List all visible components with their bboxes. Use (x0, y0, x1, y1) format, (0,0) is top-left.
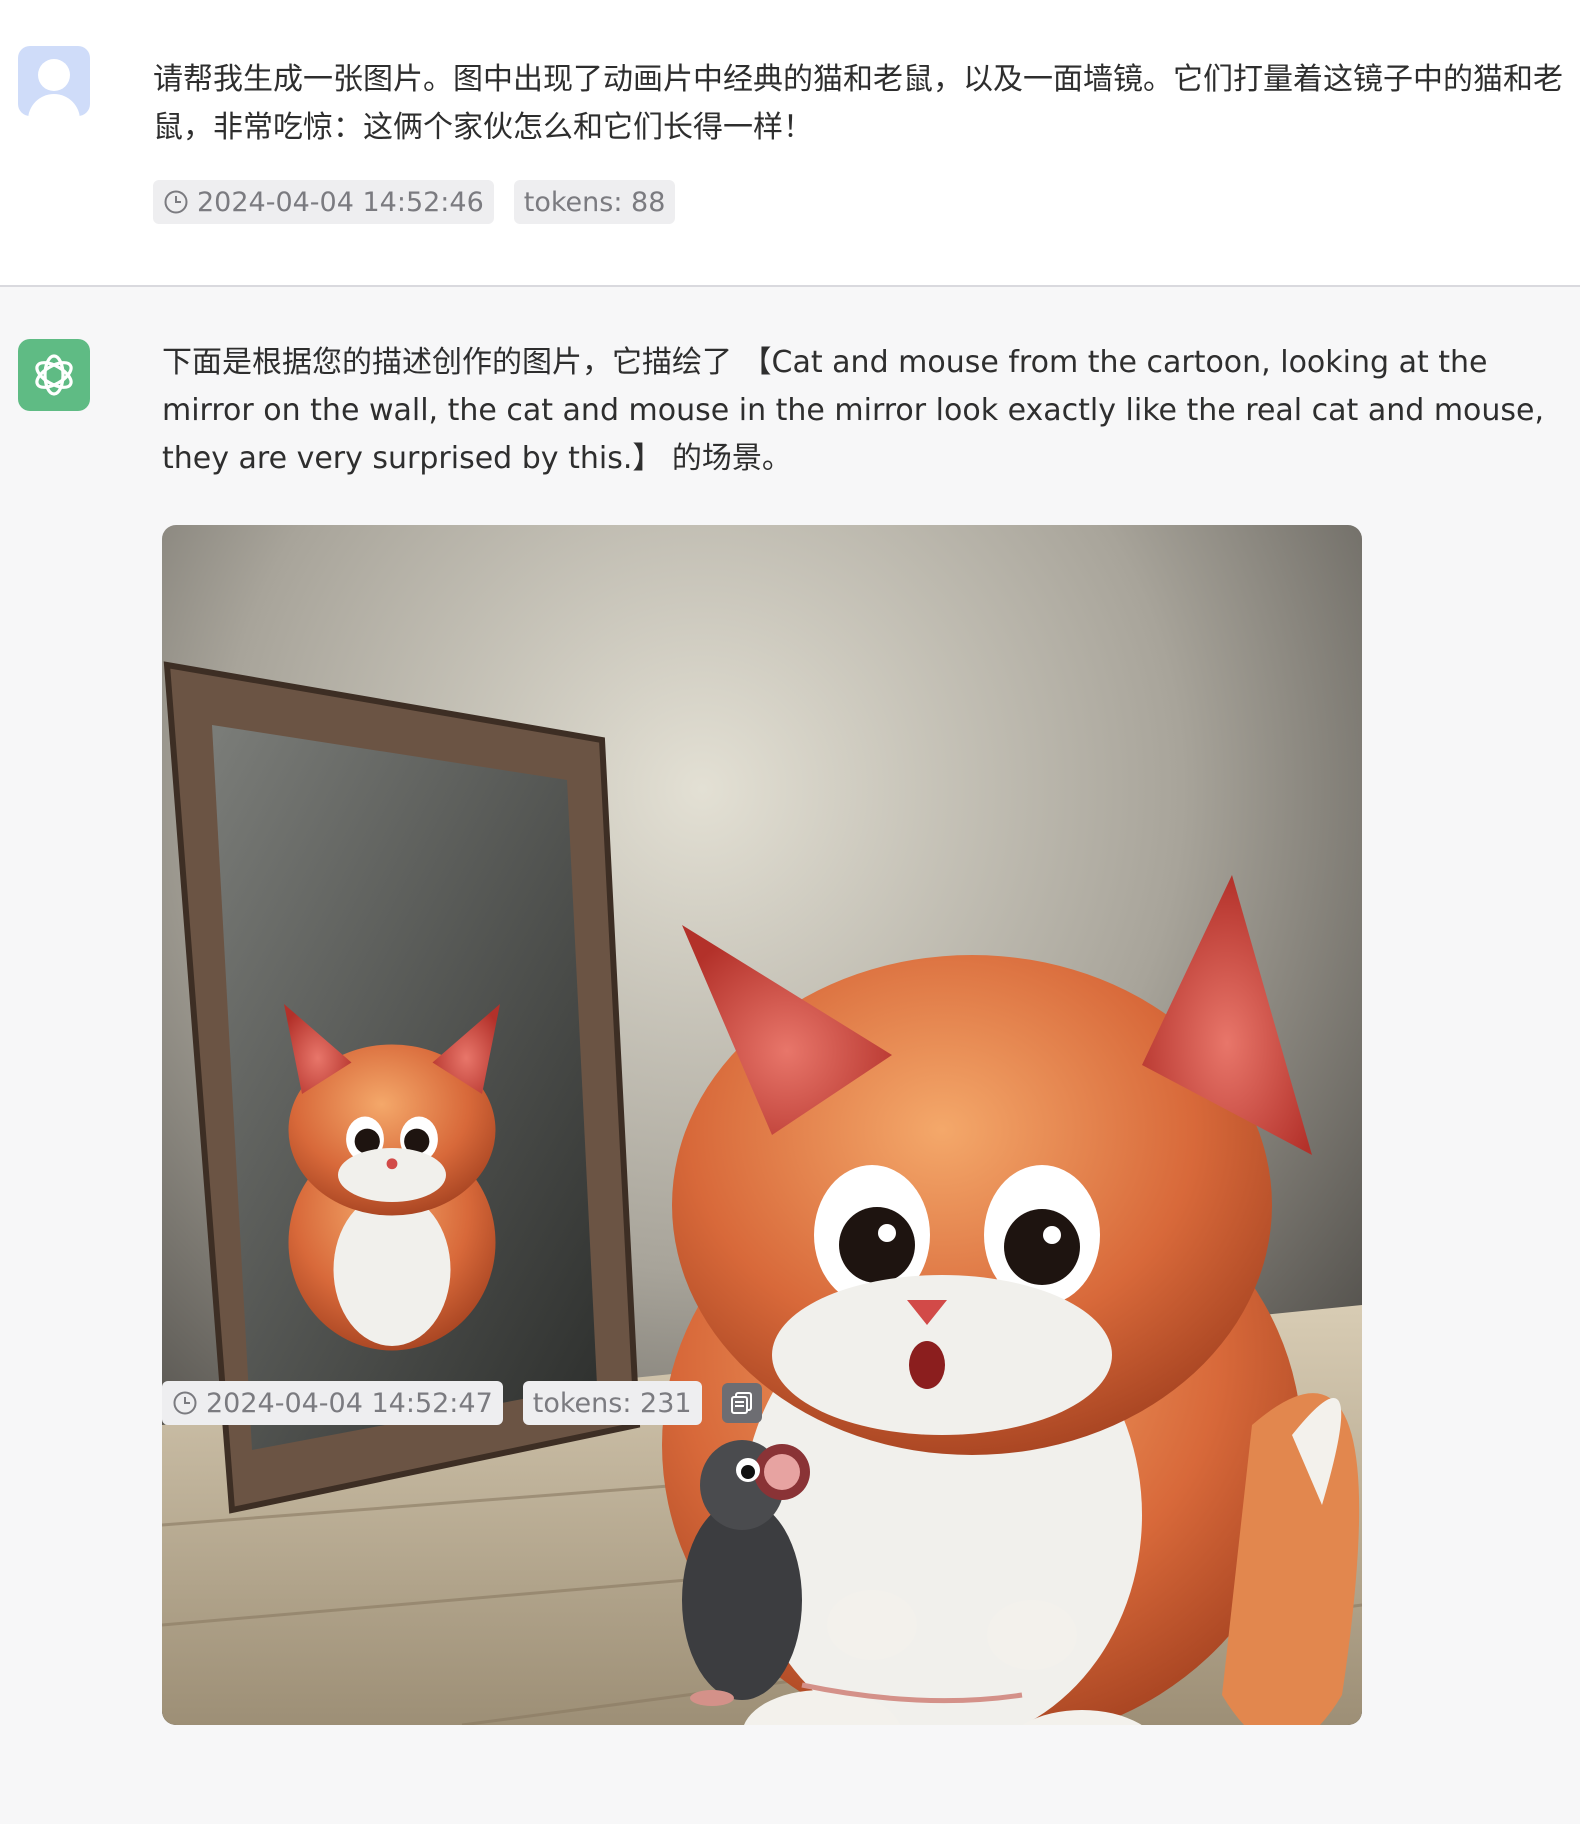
copy-icon (730, 1392, 752, 1414)
user-message-text: 请帮我生成一张图片。图中出现了动画片中经典的猫和老鼠，以及一面墙镜。它们打量着这… (153, 62, 1563, 145)
assistant-message-meta: 2024-04-04 14:52:47 tokens: 231 (162, 1381, 762, 1425)
token-count-text: tokens: 88 (523, 186, 666, 218)
clock-icon (173, 1391, 197, 1415)
assistant-message: 下面是根据您的描述创作的图片，它描绘了 【Cat and mouse from … (0, 289, 1580, 1824)
timestamp-text: 2024-04-04 14:52:46 (197, 186, 484, 218)
user-message-meta: 2024-04-04 14:52:46 tokens: 88 (153, 180, 676, 224)
timestamp-text: 2024-04-04 14:52:47 (206, 1387, 493, 1419)
copy-button[interactable] (721, 1383, 762, 1423)
token-count-text: tokens: 231 (532, 1387, 692, 1419)
generated-image[interactable] (162, 525, 1362, 1725)
user-message: 请帮我生成一张图片。图中出现了动画片中经典的猫和老鼠，以及一面墙镜。它们打量着这… (0, 0, 1580, 287)
timestamp-chip: 2024-04-04 14:52:46 (153, 180, 494, 224)
clock-icon (164, 190, 188, 214)
openai-logo-icon (18, 339, 90, 411)
token-count-chip: tokens: 88 (513, 180, 676, 224)
timestamp-chip: 2024-04-04 14:52:47 (162, 1381, 503, 1425)
token-count-chip: tokens: 231 (522, 1381, 702, 1425)
user-avatar-icon (18, 46, 90, 116)
assistant-message-text: 下面是根据您的描述创作的图片，它描绘了 【Cat and mouse from … (162, 345, 1545, 476)
